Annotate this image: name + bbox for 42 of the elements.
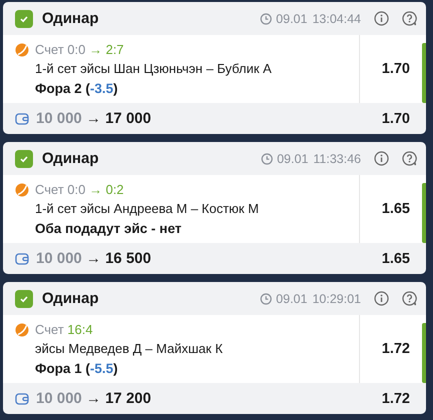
bet-selection: Фора 1 (-5.5) xyxy=(35,360,119,378)
bet-selection: Фора 2 (-3.5) xyxy=(35,80,119,98)
payout-text: 10 000 → 17 000 xyxy=(36,110,152,127)
odds-value: 1.72 xyxy=(382,341,410,357)
odds-value: 1.65 xyxy=(382,201,410,217)
clock-icon xyxy=(260,152,273,164)
odds-value: 1.70 xyxy=(382,61,410,77)
bet-date: 09.01 xyxy=(276,292,308,306)
bet-time: 11:33:46 xyxy=(313,152,361,166)
info-icon[interactable] xyxy=(374,11,389,26)
event-name: 1-й сет эйсы Шан Цзюньчэн – Бублик А xyxy=(35,60,272,77)
wallet-icon xyxy=(15,252,29,266)
total-odds: 1.72 xyxy=(382,390,410,406)
tennis-ball-icon xyxy=(15,323,29,337)
help-icon[interactable] xyxy=(402,291,417,306)
info-icon[interactable] xyxy=(374,151,389,166)
bet-time: 10:29:01 xyxy=(312,292,361,306)
bet-time: 13:04:44 xyxy=(312,12,361,26)
bet-type: Одинар xyxy=(42,150,99,167)
bet-date: 09.01 xyxy=(276,12,308,26)
wallet-icon xyxy=(15,112,29,126)
bet-type: Одинар xyxy=(42,290,99,307)
score-text: Счет 16:4 xyxy=(35,321,94,338)
tennis-ball-icon xyxy=(15,43,29,57)
payout-text: 10 000 → 17 200 xyxy=(36,390,152,407)
event-name: эйсы Медведев Д – Майхшак К xyxy=(35,340,223,357)
bet-selection: Оба подадут эйс - нет xyxy=(35,220,183,238)
help-icon[interactable] xyxy=(402,151,417,166)
help-icon[interactable] xyxy=(402,11,417,26)
payout-text: 10 000 → 16 500 xyxy=(36,250,152,267)
clock-icon xyxy=(260,12,272,24)
event-name: 1-й сет эйсы Андреева М – Костюк М xyxy=(35,200,259,217)
info-icon[interactable] xyxy=(374,291,389,306)
bet-type: Одинар xyxy=(42,10,99,27)
total-odds: 1.65 xyxy=(382,250,410,266)
score-text: Счет 0:0 → 2:7 xyxy=(35,41,125,58)
clock-icon xyxy=(260,292,272,304)
wallet-icon xyxy=(15,392,29,406)
score-text: Счет 0:0 → 0:2 xyxy=(35,181,125,198)
bet-date: 09.01 xyxy=(276,152,308,166)
total-odds: 1.70 xyxy=(382,110,410,126)
tennis-ball-icon xyxy=(15,183,29,197)
